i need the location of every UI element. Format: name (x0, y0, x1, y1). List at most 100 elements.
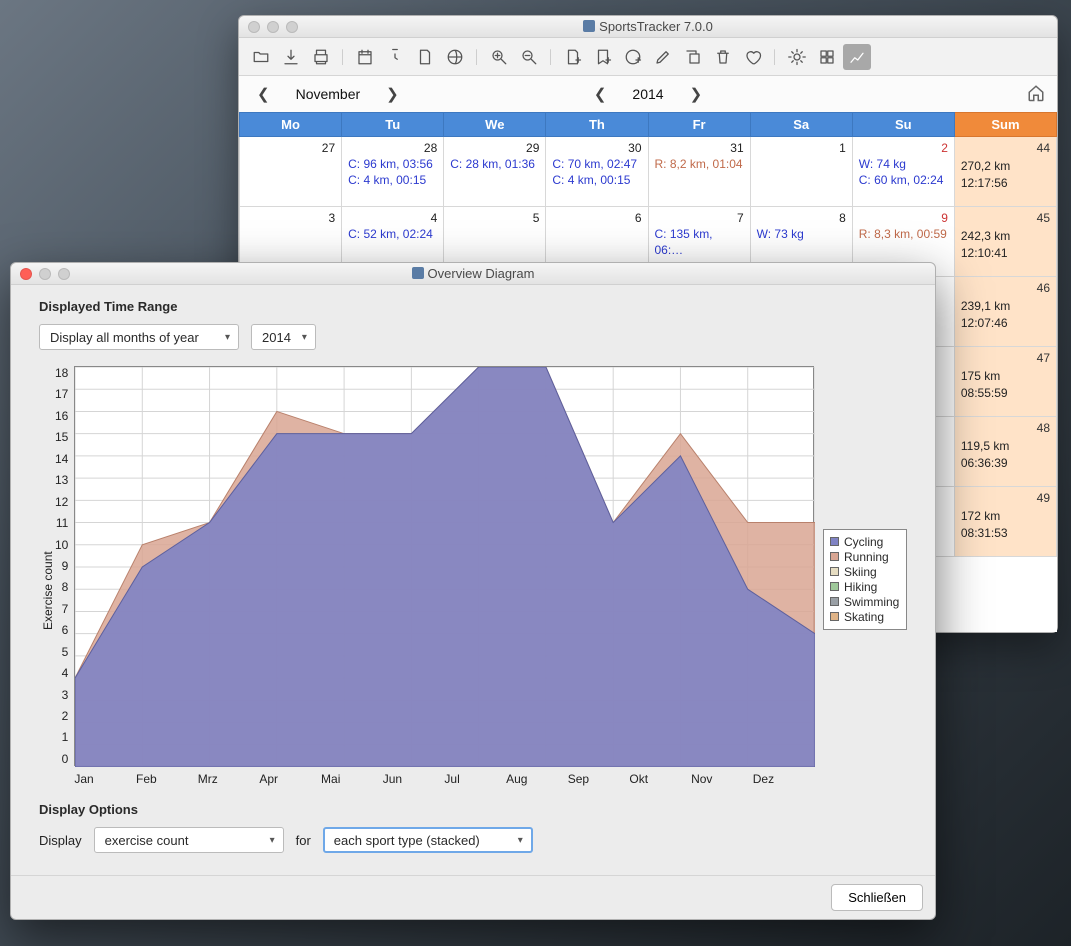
calendar-cell[interactable]: 2W: 74 kgC: 60 km, 02:24 (852, 137, 954, 207)
x-tick: Mrz (198, 772, 260, 786)
calendar-cell[interactable]: 31R: 8,2 km, 01:04 (648, 137, 750, 207)
for-label: for (296, 833, 311, 848)
year-combo[interactable]: 2014 (251, 324, 316, 350)
week-summary-cell: 45242,3 km12:10:41 (954, 207, 1056, 277)
next-month-button[interactable]: ❯ (380, 81, 405, 107)
close-window-icon[interactable] (248, 21, 260, 33)
y-tick: 4 (62, 666, 69, 680)
y-tick: 1 (62, 730, 69, 744)
cal-header: Su (852, 113, 954, 137)
dialog-title: Overview Diagram (428, 266, 535, 281)
overview-dialog: Overview Diagram Displayed Time Range Di… (10, 262, 936, 920)
calendar-icon[interactable] (351, 44, 379, 70)
download-icon[interactable] (277, 44, 305, 70)
gear-icon[interactable] (783, 44, 811, 70)
options-heading: Display Options (39, 802, 907, 817)
cal-header: We (444, 113, 546, 137)
chart-area: Exercise count 1817161514131211109876543… (39, 366, 907, 792)
calendar-cell[interactable]: 27 (240, 137, 342, 207)
display-combo[interactable]: exercise count (94, 827, 284, 853)
range-heading: Displayed Time Range (39, 299, 907, 314)
x-tick: Jun (383, 772, 445, 786)
x-tick: Jul (444, 772, 506, 786)
y-tick: 13 (55, 473, 68, 487)
week-summary-cell: 46239,1 km12:07:46 (954, 277, 1056, 347)
heart-icon[interactable] (739, 44, 767, 70)
zoom-in-icon[interactable] (485, 44, 513, 70)
y-tick: 8 (62, 580, 69, 594)
week-summary-cell: 44270,2 km12:17:56 (954, 137, 1056, 207)
y-tick: 12 (55, 495, 68, 509)
minimize-window-icon[interactable] (39, 268, 51, 280)
y-tick: 6 (62, 623, 69, 637)
zoom-out-icon[interactable] (515, 44, 543, 70)
calendar-cell[interactable]: 30C: 70 km, 02:47C: 4 km, 00:15 (546, 137, 648, 207)
y-tick: 5 (62, 645, 69, 659)
y-tick: 18 (55, 366, 68, 380)
y-tick: 3 (62, 688, 69, 702)
y-tick: 0 (62, 752, 69, 766)
week-summary-cell: 47175 km08:55:59 (954, 347, 1056, 417)
range-combo[interactable]: Display all months of year (39, 324, 239, 350)
next-year-button[interactable]: ❯ (684, 81, 709, 107)
y-axis-label: Exercise count (39, 366, 55, 792)
grid-icon[interactable] (813, 44, 841, 70)
legend-item: Cycling (830, 535, 900, 549)
prev-month-button[interactable]: ❮ (251, 81, 276, 107)
app-logo-icon (412, 267, 424, 279)
print-icon[interactable] (307, 44, 335, 70)
cal-header: Tu (342, 113, 444, 137)
cal-header: Sa (750, 113, 852, 137)
delete-icon[interactable] (709, 44, 737, 70)
calendar-navbar: ❮ November ❯ ❮ 2014 ❯ (239, 76, 1057, 112)
y-tick: 10 (55, 538, 68, 552)
add-global-icon[interactable] (619, 44, 647, 70)
month-label: November (296, 86, 361, 102)
week-summary-cell: 48119,5 km06:36:39 (954, 417, 1056, 487)
edit-icon[interactable] (649, 44, 677, 70)
add-bookmark-icon[interactable] (589, 44, 617, 70)
open-icon[interactable] (247, 44, 275, 70)
cal-header: Mo (240, 113, 342, 137)
cal-header: Sum (954, 113, 1056, 137)
legend-item: Skiing (830, 565, 900, 579)
main-toolbar: ││││ (239, 38, 1057, 76)
zoom-window-icon[interactable] (286, 21, 298, 33)
x-tick: Aug (506, 772, 568, 786)
x-tick: Mai (321, 772, 383, 786)
x-tick: Dez (753, 772, 815, 786)
y-tick: 16 (55, 409, 68, 423)
copy-icon[interactable] (679, 44, 707, 70)
zoom-window-icon[interactable] (58, 268, 70, 280)
calendar-cell[interactable]: 28C: 96 km, 03:56C: 4 km, 00:15 (342, 137, 444, 207)
x-tick: Sep (568, 772, 630, 786)
stopwatch-icon[interactable] (381, 44, 409, 70)
close-window-icon[interactable] (20, 268, 32, 280)
close-button[interactable]: Schließen (831, 884, 923, 911)
x-tick: Nov (691, 772, 753, 786)
calendar-cell[interactable]: 1 (750, 137, 852, 207)
x-tick: Apr (259, 772, 321, 786)
y-tick: 17 (55, 387, 68, 401)
y-tick: 15 (55, 430, 68, 444)
add-file-icon[interactable] (559, 44, 587, 70)
prev-year-button[interactable]: ❮ (588, 81, 613, 107)
calendar-cell[interactable]: 29C: 28 km, 01:36 (444, 137, 546, 207)
chart-plot (74, 366, 814, 766)
y-tick: 2 (62, 709, 69, 723)
legend-item: Swimming (830, 595, 900, 609)
y-tick: 7 (62, 602, 69, 616)
overview-titlebar: Overview Diagram (11, 263, 935, 285)
file-icon[interactable] (411, 44, 439, 70)
home-icon[interactable] (1027, 84, 1045, 105)
y-tick: 9 (62, 559, 69, 573)
globe-icon[interactable] (441, 44, 469, 70)
y-tick: 14 (55, 452, 68, 466)
legend-item: Running (830, 550, 900, 564)
for-combo[interactable]: each sport type (stacked) (323, 827, 533, 853)
chart-legend: CyclingRunningSkiingHikingSwimmingSkatin… (823, 529, 907, 630)
chart-icon[interactable] (843, 44, 871, 70)
minimize-window-icon[interactable] (267, 21, 279, 33)
cal-header: Th (546, 113, 648, 137)
legend-item: Skating (830, 610, 900, 624)
